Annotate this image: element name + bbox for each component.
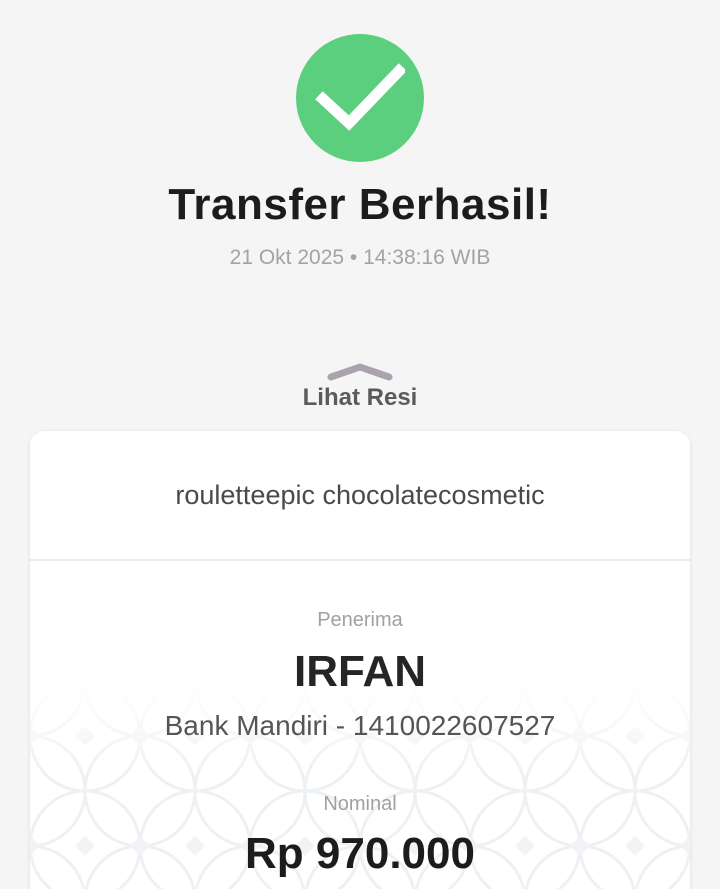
transfer-success-screen: Transfer Berhasil! 21 Okt 2025 • 14:38:1… bbox=[0, 0, 720, 889]
transfer-amount: Rp 970.000 bbox=[245, 829, 475, 878]
recipient-name: IRFAN bbox=[294, 647, 426, 696]
transfer-note: rouletteepic chocolatecosmetic bbox=[30, 431, 690, 561]
receipt-card: rouletteepic chocolatecosmetic Penerima … bbox=[30, 431, 690, 889]
view-receipt-label: Lihat Resi bbox=[302, 384, 418, 411]
chevron-up-icon bbox=[327, 363, 393, 381]
checkmark-icon bbox=[315, 63, 405, 131]
recipient-account: Bank Mandiri - 1410022607527 bbox=[164, 710, 556, 741]
transaction-timestamp: 21 Okt 2025 • 14:38:16 WIB bbox=[229, 246, 491, 269]
view-receipt-button[interactable]: Lihat Resi bbox=[260, 360, 460, 420]
page-title: Transfer Berhasil! bbox=[168, 180, 552, 229]
check-circle-icon bbox=[296, 34, 424, 162]
amount-label: Nominal bbox=[323, 793, 397, 815]
recipient-label: Penerima bbox=[317, 609, 403, 631]
